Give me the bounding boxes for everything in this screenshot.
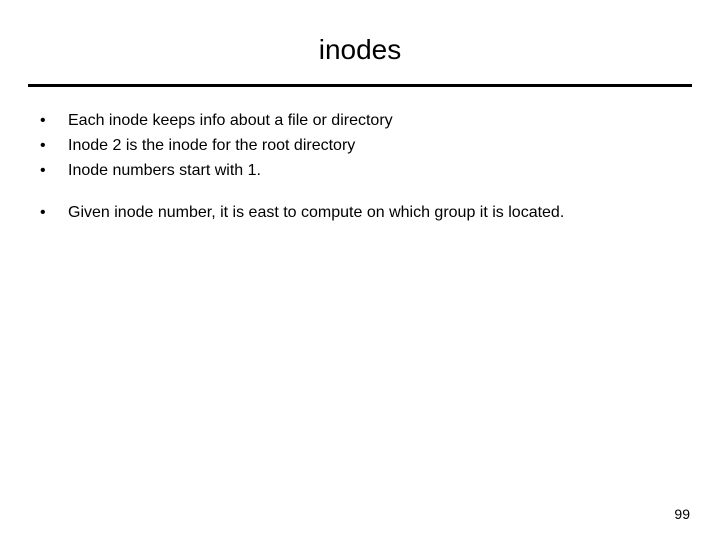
bullet-group-2: • Given inode number, it is east to comp…: [40, 201, 680, 226]
bullet-text: Inode numbers start with 1.: [68, 159, 680, 184]
list-item: • Each inode keeps info about a file or …: [40, 109, 680, 134]
slide-body: • Each inode keeps info about a file or …: [0, 109, 720, 226]
title-underline: [28, 84, 692, 87]
bullet-icon: •: [40, 159, 68, 184]
bullet-icon: •: [40, 109, 68, 134]
slide-title: inodes: [0, 0, 720, 84]
page-number: 99: [674, 506, 690, 522]
bullet-group-1: • Each inode keeps info about a file or …: [40, 109, 680, 183]
bullet-text: Given inode number, it is east to comput…: [68, 201, 680, 226]
bullet-text: Inode 2 is the inode for the root direct…: [68, 134, 680, 159]
list-item: • Inode numbers start with 1.: [40, 159, 680, 184]
list-item: • Inode 2 is the inode for the root dire…: [40, 134, 680, 159]
bullet-icon: •: [40, 201, 68, 226]
slide: inodes • Each inode keeps info about a f…: [0, 0, 720, 540]
bullet-text: Each inode keeps info about a file or di…: [68, 109, 680, 134]
list-item: • Given inode number, it is east to comp…: [40, 201, 680, 226]
bullet-icon: •: [40, 134, 68, 159]
